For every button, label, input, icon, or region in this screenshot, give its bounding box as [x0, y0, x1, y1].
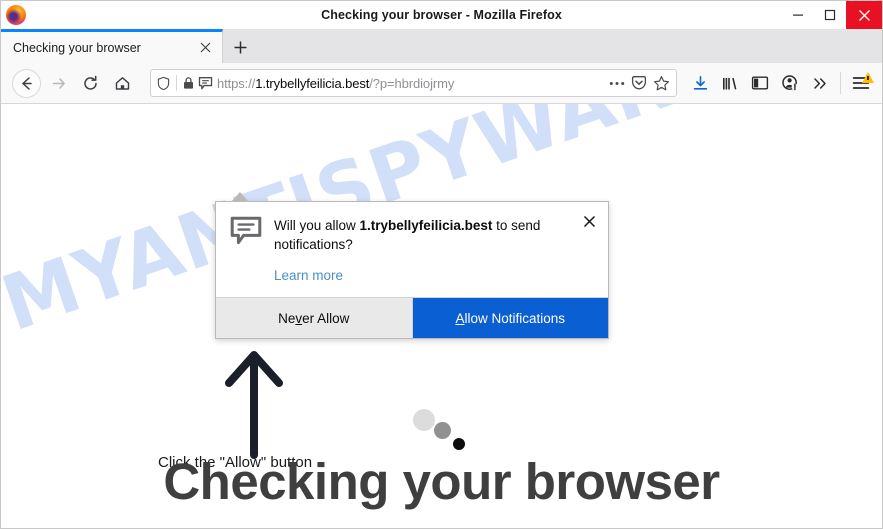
never-allow-button[interactable]: Ne v er Allow [216, 298, 413, 339]
notification-permission-icon[interactable] [198, 76, 213, 91]
minimize-button[interactable] [782, 1, 814, 29]
popup-body: Will you allow 1.trybellyfeilicia.best t… [216, 202, 608, 297]
learn-more-link[interactable]: Learn more [274, 268, 343, 283]
home-button[interactable] [107, 68, 137, 98]
tab-bar: Checking your browser [1, 29, 882, 63]
tracking-protection-shield-icon[interactable] [156, 76, 171, 91]
url-path: /?p=hbrdiojrmy [369, 75, 455, 91]
pocket-icon[interactable] [628, 72, 650, 94]
close-icon[interactable] [580, 212, 598, 230]
popup-actions: Ne v er Allow Allow Notifications [216, 297, 608, 339]
allow-notifications-button[interactable]: Allow Notifications [412, 298, 608, 339]
popup-pointer [231, 192, 249, 202]
loading-dot-1 [413, 409, 435, 431]
firefox-logo [6, 5, 26, 25]
account-sync-icon[interactable] [775, 68, 805, 98]
downloads-icon[interactable] [685, 68, 715, 98]
loading-dot-2 [434, 422, 451, 439]
window-title: Checking your browser - Mozilla Firefox [321, 8, 562, 22]
loading-dots [413, 409, 475, 457]
url-text[interactable]: https://1.trybellyfeilicia.best/?p=hbrdi… [217, 76, 606, 91]
notification-permission-popup: Will you allow 1.trybellyfeilicia.best t… [215, 201, 609, 340]
title-bar: Checking your browser - Mozilla Firefox [1, 1, 882, 29]
new-tab-button[interactable] [223, 32, 257, 63]
library-icon[interactable] [715, 68, 745, 98]
popup-text-column: Will you allow 1.trybellyfeilicia.best t… [274, 216, 594, 285]
toolbar-buttons [685, 68, 876, 98]
maximize-button[interactable] [814, 1, 846, 29]
tab-checking-your-browser[interactable]: Checking your browser [1, 29, 223, 63]
arrow-up-icon [223, 347, 285, 459]
warning-triangle-icon [862, 72, 874, 83]
toolbar-divider [840, 72, 841, 94]
close-window-button[interactable] [846, 1, 882, 29]
reload-button[interactable] [75, 68, 105, 98]
allow-label-post: llow Notifications [464, 310, 566, 326]
overflow-icon[interactable] [805, 68, 835, 98]
hamburger-menu-icon[interactable] [846, 68, 876, 98]
urlbar-divider [176, 75, 177, 91]
url-scheme: https:// [217, 75, 256, 91]
close-icon[interactable] [196, 39, 214, 57]
page-title: Checking your browser [163, 453, 720, 510]
window-controls [782, 1, 882, 29]
url-host: 1.trybellyfeilicia.best [255, 75, 370, 91]
allow-accesskey: A [455, 310, 465, 326]
popup-question-domain: 1.trybellyfeilicia.best [359, 218, 493, 233]
star-icon[interactable] [650, 72, 672, 94]
notification-bubble-icon [230, 216, 262, 246]
forward-button [43, 68, 73, 98]
never-allow-accesskey: v [295, 310, 303, 326]
tab-label: Checking your browser [13, 40, 141, 55]
never-allow-label-post: er Allow [302, 310, 350, 326]
loading-dot-3 [453, 438, 465, 450]
padlock-icon[interactable] [182, 76, 195, 90]
page-content: MYANTISPYWARE.COM Click the "Allow" butt… [1, 104, 882, 528]
ellipsis-icon[interactable] [606, 72, 628, 94]
sidebar-icon[interactable] [745, 68, 775, 98]
url-bar[interactable]: https://1.trybellyfeilicia.best/?p=hbrdi… [150, 69, 677, 97]
popup-question: Will you allow 1.trybellyfeilicia.best t… [274, 216, 572, 254]
back-button[interactable] [12, 68, 41, 98]
never-allow-label-pre: Ne [278, 310, 296, 326]
navigation-toolbar: https://1.trybellyfeilicia.best/?p=hbrdi… [1, 63, 882, 104]
firefox-window: Checking your browser - Mozilla Firefox … [0, 0, 883, 529]
popup-question-prefix: Will you allow [274, 218, 360, 233]
